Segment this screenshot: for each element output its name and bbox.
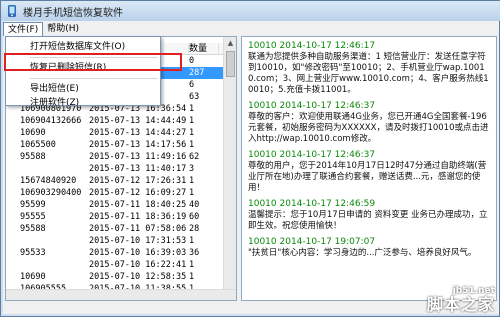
row-number: 95599 [20,200,46,210]
table-row[interactable]: 95588 2015-07-11 07:58:06 28 [6,223,236,235]
message-item: 10010 2014-10-17 12:46:59 温馨提示：您于10月17日申请… [248,199,490,232]
row-number: 1065500 [20,140,56,150]
list-vertical-scrollbar[interactable]: ▲ ▼ [223,37,236,300]
row-count: 1 [189,128,195,138]
table-row[interactable]: 2015-07-10 16:22:41 1 [6,259,236,271]
row-date: 2015-07-12 16:09:27 [89,188,187,198]
row-date: 2015-07-13 11:40:17 [89,164,187,174]
row-date: 2015-07-10 16:39:03 [89,248,187,258]
row-number: 95555 [20,212,46,222]
row-number: 95588 [20,152,46,162]
message-body: 联通为您提供多种自助服务渠道：1 短信营业厅：发送任意字符到10010，如"修改… [248,52,489,95]
file-menu-dropdown: 打开短信数据库文件(O) 恢复已删除短信(R) 导出短信(E) 注册软件(Z) [5,36,161,108]
menu-separator [30,78,158,79]
app-window: 楼月手机短信恢复软件 文件(F) 帮助(H) 数量 0:362876631069… [0,0,500,317]
message-body: 尊敬的用户，您于2014年10月17日12时47分通过自助终端(营业厅所在地)办… [248,161,487,193]
row-number [6,163,89,175]
message-header: 10010 2014-10-17 12:46:59 [248,199,376,209]
message-item: 10010 2014-10-17 19:07:07 "扶贫日"核心内容：学习身边的… [248,237,490,259]
highlight-annotation [4,53,182,71]
row-date: 2015-07-13 14:44:49 [89,116,187,126]
row-count: 28 [189,224,200,234]
row-date: 2015-07-11 18:40:25 [89,200,187,210]
app-icon [8,5,16,17]
menu-bar: 文件(F) 帮助(H) [3,21,499,36]
menu-item-export[interactable]: 导出短信(E) [6,82,160,96]
message-header: 10010 2014-10-17 12:46:37 [248,101,376,111]
menu-file[interactable]: 文件(F) [3,21,44,36]
table-row[interactable]: 15674840920 2015-07-12 17:26:31 1 [6,175,236,187]
row-number [6,259,89,271]
message-body: 温馨提示：您于10月17日申请的 资料变更 业务已办理成功，立即生效。祝您使用愉… [248,210,488,231]
row-date: 2015-07-10 17:31:53 [89,236,187,246]
table-row[interactable]: 2015-07-13 11:40:17 3 [6,163,236,175]
row-number [6,235,89,247]
scroll-thumb[interactable] [226,51,235,77]
table-row[interactable]: 10690 2015-07-13 14:44:27 1 [6,127,236,139]
row-date: 2015-07-11 07:58:06 [89,224,187,234]
row-count: 1 [189,104,195,114]
watermark: jb51.net 脚本之家 [427,286,495,314]
row-number: 95588 [20,224,46,234]
row-count: 1 [189,176,195,186]
table-row[interactable]: 106904132666 2015-07-13 14:44:49 1 [6,115,236,127]
message-panel[interactable]: 10010 2014-10-17 12:46:17 联通为您提供多种自助服务渠道：… [241,36,497,301]
table-row[interactable]: 95533 2015-07-10 16:39:03 36 [6,247,236,259]
row-count: 1 [189,236,195,246]
row-date: 2015-07-13 11:49:16 [89,152,187,162]
table-row[interactable]: 10690 2015-07-10 12:58:35 1 [6,271,236,283]
message-body: 尊敬的客户：欢迎使用联通4G业务，您已开通4G全国套餐-196元套餐，初始服务密… [248,112,489,144]
list-horizontal-scrollbar[interactable] [6,289,236,300]
table-row[interactable]: 95588 2015-07-13 11:49:16 62 [6,151,236,163]
window-title: 楼月手机短信恢复软件 [23,7,123,19]
row-count: 60 [189,212,200,222]
row-date: 2015-07-10 12:58:35 [89,272,187,282]
scroll-up-icon[interactable]: ▲ [224,37,236,49]
table-row[interactable]: 106903290400 2015-07-12 16:09:27 1 [6,187,236,199]
row-number: 95533 [20,248,46,258]
row-number: 106903290400 [20,188,82,198]
menu-item-open-database[interactable]: 打开短信数据库文件(O) [6,40,160,54]
message-header: 10010 2014-10-17 12:46:37 [248,150,376,160]
row-count: 63 [189,92,200,102]
table-row[interactable]: 95599 2015-07-11 18:40:25 40 [6,199,236,211]
row-date: 2015-07-13 14:17:56 [89,140,187,150]
message-item: 10010 2014-10-17 12:46:17 联通为您提供多种自助服务渠道：… [248,41,490,96]
table-row[interactable]: 2015-07-10 17:31:53 1 [6,235,236,247]
menu-item-register[interactable]: 注册软件(Z) [6,96,160,110]
row-count: 3 [189,164,195,174]
row-date: 2015-07-12 17:26:31 [89,176,187,186]
row-count: 0 [189,56,195,66]
message-header: 10010 2014-10-17 19:07:07 [248,237,376,247]
title-bar: 楼月手机短信恢复软件 [1,1,500,21]
row-date: 2015-07-11 18:36:19 [89,212,187,222]
message-body: "扶贫日"核心内容：学习身边的...广泛参与、培养良好风气。 [248,248,477,258]
row-count: 40 [189,200,200,210]
row-count: 287 [189,68,205,78]
row-count: 6 [189,80,195,90]
row-date: 2015-07-13 14:44:27 [89,128,187,138]
header-count[interactable]: 数量 [189,43,219,54]
table-row[interactable]: 95555 2015-07-11 18:36:19 60 [6,211,236,223]
menu-help[interactable]: 帮助(H) [43,22,83,36]
row-number: 106904132666 [20,116,82,126]
row-number: 15674840920 [20,176,77,186]
row-count: 1 [189,116,195,126]
message-item: 10010 2014-10-17 12:46:37 尊敬的用户，您于2014年10… [248,150,490,194]
table-row[interactable]: 1065500 2015-07-13 14:17:56 1 [6,139,236,151]
row-date: 2015-07-10 16:22:41 [89,260,187,270]
row-number: 10690 [20,128,46,138]
row-count: 1 [189,140,195,150]
row-count: 1 [189,188,195,198]
row-count: 1 [189,272,195,282]
watermark-brand: 脚本之家 [426,295,495,314]
row-count: 36 [189,248,200,258]
message-item: 10010 2014-10-17 12:46:37 尊敬的客户：欢迎使用联通4G业… [248,101,490,145]
message-header: 10010 2014-10-17 12:46:17 [248,41,376,51]
row-count: 1 [189,260,195,270]
row-count: 62 [189,152,200,162]
row-number: 10690 [20,272,46,282]
